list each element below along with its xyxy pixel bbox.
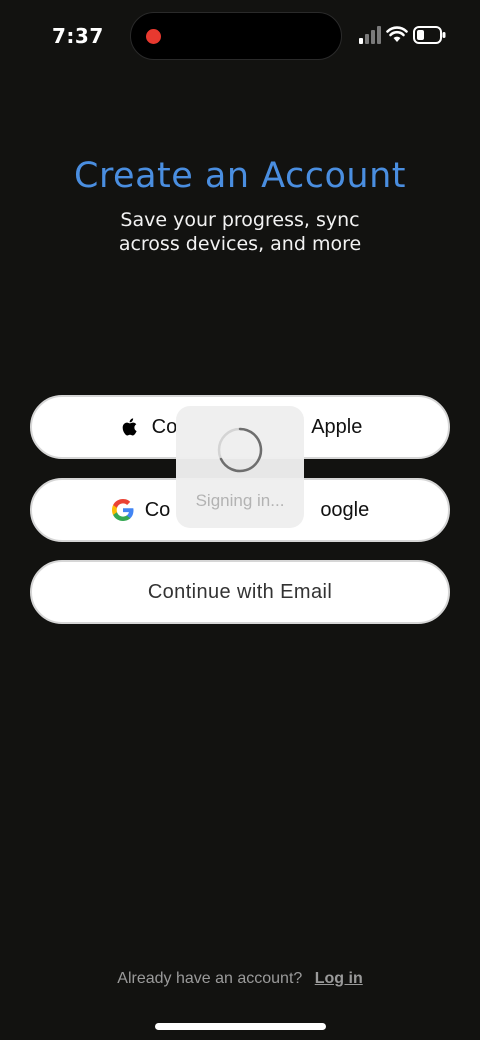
google-button-label-left: Co <box>144 498 171 521</box>
wifi-icon <box>386 26 408 42</box>
loading-spinner-icon <box>217 427 263 473</box>
signing-in-label: Signing in... <box>195 491 285 510</box>
dynamic-island <box>130 12 342 60</box>
home-indicator[interactable] <box>155 1023 326 1030</box>
email-button-label: Continue with Email <box>147 580 333 603</box>
login-prompt: Already have an account? Log in <box>0 970 480 988</box>
recording-indicator-icon <box>146 29 161 44</box>
continue-with-email-button[interactable]: Continue with Email <box>30 560 450 624</box>
page-subtitle: Save your progress, sync across devices,… <box>60 208 420 256</box>
page-title: Create an Account <box>74 156 406 196</box>
signing-in-overlay: Signing in... <box>176 406 304 528</box>
apple-icon <box>118 415 142 439</box>
apple-button-label-left: Co <box>151 415 178 438</box>
apple-button-label-right: Apple <box>311 415 363 438</box>
log-in-link[interactable]: Log in <box>315 970 363 987</box>
google-button-label-right: oogle <box>320 498 370 521</box>
cellular-signal-icon <box>359 26 381 44</box>
status-bar: 7:37 <box>0 0 480 72</box>
battery-icon <box>413 26 446 44</box>
status-time: 7:37 <box>52 24 104 48</box>
subtitle-line-2: across devices, and more <box>118 233 362 255</box>
subtitle-line-1: Save your progress, sync <box>120 209 360 231</box>
already-have-account-text: Already have an account? <box>117 970 303 987</box>
google-icon <box>111 498 135 522</box>
